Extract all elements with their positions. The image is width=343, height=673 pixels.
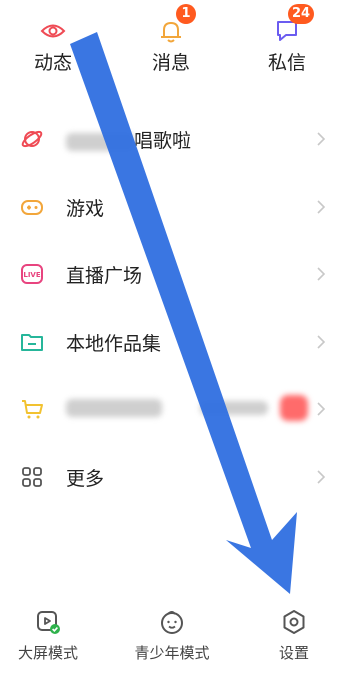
chevron-right-icon [317,469,326,484]
menu-item-label: 更多 [66,467,105,490]
chevron-right-icon [317,334,326,349]
teen-mode-button[interactable]: 青少年模式 [118,608,226,663]
big-screen-mode-label: 大屏模式 [17,644,78,662]
grid-icon [22,466,42,487]
settings-label: 设置 [278,644,309,662]
planet-icon [21,130,43,148]
messages-badge: 1 [176,4,196,24]
tab-dm-label: 私信 [267,52,306,74]
bottom-bar: 大屏模式 青少年模式 设置 [0,600,343,673]
blurred-text [200,401,268,415]
chevron-right-icon [317,402,326,416]
settings-hexagon-icon [283,610,305,634]
settings-button[interactable]: 设置 [258,608,330,663]
live-icon: LIVE [21,264,43,284]
chevron-right-icon [317,267,326,281]
live-icon-text: LIVE [23,271,40,279]
blurred-badge [280,395,308,421]
dm-badge: 24 [288,4,315,24]
menu-item-local-works[interactable]: 本地作品集 [0,308,343,376]
menu-item-live-plaza[interactable]: LIVE 直播广场 [0,240,343,308]
menu-item-shop[interactable] [0,375,343,443]
menu-item-label: 直播广场 [66,265,143,287]
gamepad-icon [21,199,43,215]
chevron-right-icon [317,132,326,146]
blurred-text [66,398,162,417]
menu-item-more[interactable]: 更多 [0,443,343,511]
menu-item-label: 游戏 [66,197,105,220]
menu-item-games[interactable]: 游戏 [0,173,343,241]
big-screen-icon [37,611,60,634]
folder-icon [21,333,43,351]
menu-item-label: 唱歌啦 [134,130,192,152]
menu-list: 唱歌啦 游戏 LIVE 直播广场 本地作品集 更多 [0,105,343,510]
tab-messages-label: 消息 [151,52,190,74]
chevron-right-icon [317,199,326,214]
tab-dm[interactable]: 24 私信 [242,4,332,74]
teen-mode-label: 青少年模式 [134,644,210,662]
big-screen-mode-button[interactable]: 大屏模式 [10,608,86,663]
eye-icon [40,24,66,38]
blurred-text [66,132,134,151]
tab-messages[interactable]: 1 消息 [126,4,216,74]
teen-face-icon [161,611,183,634]
menu-item-sing[interactable]: 唱歌啦 [0,105,343,173]
tab-dynamic-label: 动态 [33,52,72,74]
cart-icon [22,400,43,419]
tab-dynamic[interactable]: 动态 [8,8,98,74]
menu-item-label: 本地作品集 [66,332,162,355]
top-tab-bar: 动态 1 消息 24 私信 [0,0,343,80]
